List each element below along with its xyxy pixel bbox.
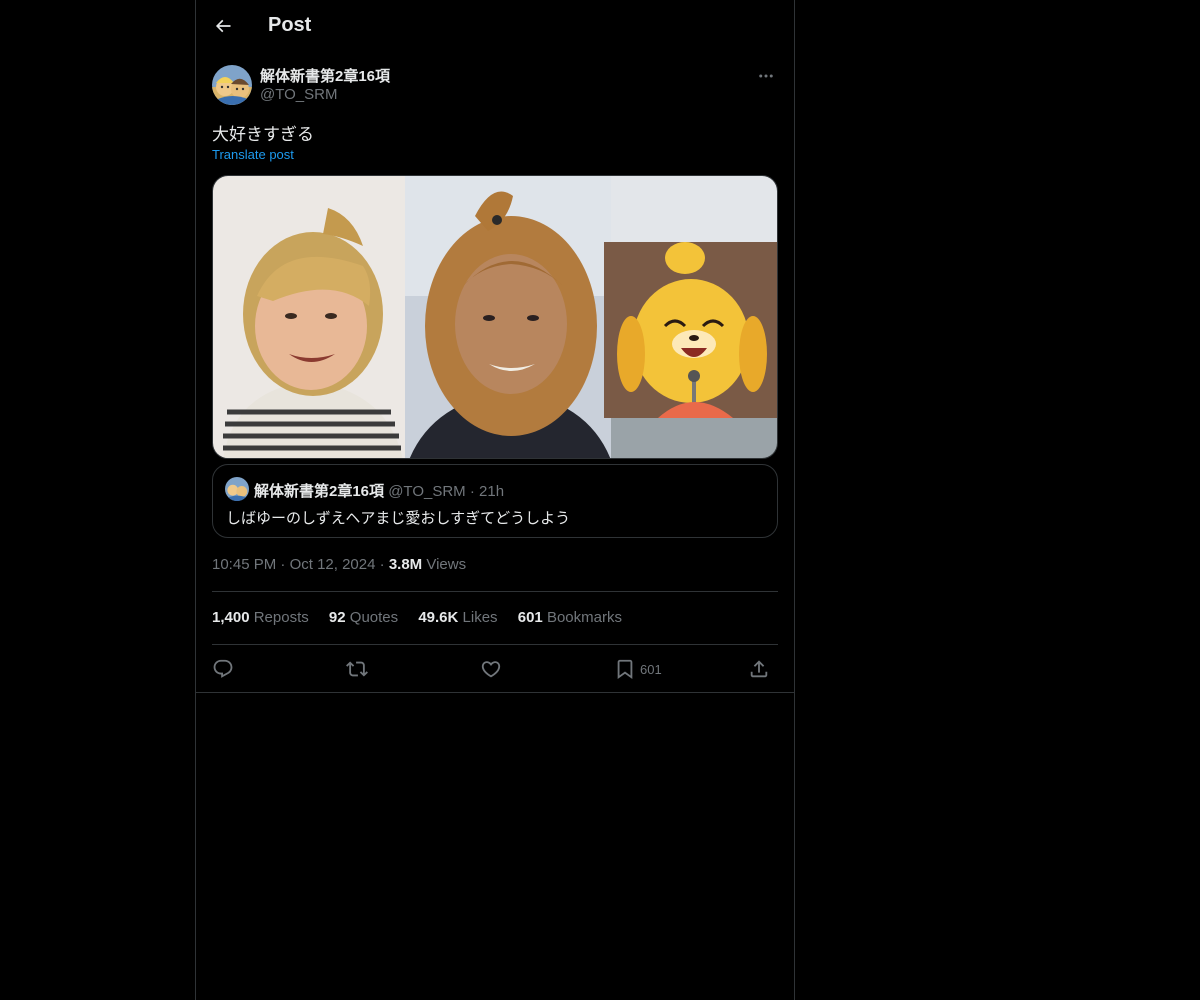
meta-separator: · [379, 556, 385, 573]
page-title: Post [268, 14, 312, 36]
share-icon [750, 660, 768, 678]
reply-button[interactable] [212, 656, 234, 682]
avatar-image [212, 65, 252, 105]
more-horizontal-icon [759, 74, 773, 78]
avatar[interactable] [212, 65, 252, 105]
post-timestamp: 10:45 PM · Oct 12, 2024 · 3.8M Views [212, 556, 466, 573]
quote-time: 21h [479, 483, 505, 500]
bookmarks-count: 601 [517, 609, 543, 626]
reposts-label: Reposts [253, 609, 309, 626]
bookmark-count: 601 [640, 661, 662, 677]
quotes-stat[interactable]: 92 Quotes [329, 609, 398, 626]
post-stats: 1,400 Reposts 92 Quotes 49.6K Likes 601 … [212, 609, 638, 626]
bookmarks-stat[interactable]: 601 Bookmarks [518, 609, 622, 626]
quote-author-name: 解体新書第2章16項 [254, 483, 385, 500]
action-bar: 601 [212, 656, 778, 682]
repost-button[interactable] [346, 656, 368, 682]
photo-collage [213, 176, 777, 458]
author-name[interactable]: 解体新書第2章16項 [260, 65, 390, 86]
translate-post-link[interactable]: Translate post [212, 147, 294, 162]
views-label: Views [426, 556, 467, 573]
back-button[interactable] [206, 9, 240, 43]
arrow-left-icon [215, 19, 231, 33]
likes-stat[interactable]: 49.6K Likes [418, 609, 497, 626]
more-button[interactable] [754, 64, 778, 88]
repost-icon [346, 661, 368, 677]
page-header: Post [196, 0, 794, 54]
bookmark-button[interactable]: 601 [614, 656, 662, 682]
bookmark-icon [617, 659, 633, 680]
divider [212, 644, 778, 645]
bookmarks-label: Bookmarks [546, 609, 622, 626]
reply-icon [213, 659, 233, 678]
post-date[interactable]: Oct 12, 2024 [290, 556, 376, 573]
views-count: 3.8M [388, 556, 423, 573]
quotes-count: 92 [328, 609, 346, 626]
quote-author-handle: @TO_SRM [388, 483, 466, 500]
quoted-post[interactable]: 解体新書第2章16項 @TO_SRM · 21h しばゆーのしずえヘアまじ愛おし… [212, 464, 778, 538]
quotes-label: Quotes [349, 609, 399, 626]
quote-avatar [225, 477, 249, 501]
avatar-image [225, 477, 249, 501]
post-image[interactable] [212, 175, 778, 459]
heart-icon [481, 661, 501, 678]
likes-count: 49.6K [418, 609, 459, 626]
post-text: 大好きすぎる [212, 125, 314, 144]
quote-text: しばゆーのしずえヘアまじ愛おしすぎてどうしよう [226, 510, 571, 527]
like-button[interactable] [480, 656, 502, 682]
share-button[interactable] [748, 656, 770, 682]
post-column: Post 解体新書第2章16項 @TO_SRM 大好きすぎる Translate… [195, 0, 795, 1000]
meta-separator: · [280, 556, 286, 573]
author-handle[interactable]: @TO_SRM [260, 86, 337, 103]
likes-label: Likes [462, 609, 498, 626]
reposts-count: 1,400 [212, 609, 250, 626]
post-author: 解体新書第2章16項 @TO_SRM [212, 64, 778, 108]
post-time[interactable]: 10:45 PM [212, 556, 276, 573]
divider [196, 692, 794, 693]
reposts-stat[interactable]: 1,400 Reposts [212, 609, 309, 626]
quote-separator: · [469, 483, 475, 500]
quote-header: 解体新書第2章16項 @TO_SRM · 21h [254, 480, 504, 501]
divider [212, 591, 778, 592]
